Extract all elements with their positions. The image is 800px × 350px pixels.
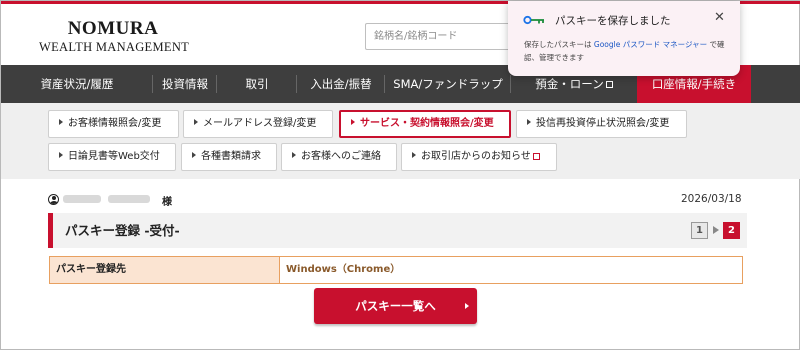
arrow-right-icon <box>192 152 196 158</box>
subnav-label: メールアドレス登録/変更 <box>203 118 317 129</box>
user-icon <box>48 194 59 205</box>
arrow-right-icon <box>59 152 63 158</box>
subnav-label: 投信再投資停止状況照会/変更 <box>536 118 670 129</box>
nav-item-label: 投資情報 <box>162 77 208 91</box>
password-manager-link[interactable]: Google パスワード マネージャー <box>594 40 707 49</box>
arrow-right-icon <box>465 303 469 309</box>
subnav-label: お客様情報照会/変更 <box>68 118 162 129</box>
popup-body: 保存したパスキーは Google パスワード マネージャー で確認、管理できます <box>524 38 729 64</box>
arrow-right-icon <box>194 119 198 125</box>
page-title-bar: パスキー登録 -受付- 1 2 <box>48 213 747 248</box>
page-title: パスキー登録 -受付- <box>65 223 180 238</box>
nav-item-label: 取引 <box>245 77 269 91</box>
subnav-label: お客様へのご連絡 <box>301 151 381 162</box>
nav-item-label: 口座情報/手続き <box>651 77 737 91</box>
arrow-right-icon <box>527 119 531 125</box>
sub-nav: お客様情報照会/変更 メールアドレス登録/変更 サービス・契約情報照会/変更 投… <box>1 103 800 179</box>
subnav-label: 各種書類請求 <box>201 151 261 162</box>
nav-item-label: SMA/ファンドラップ <box>393 77 503 91</box>
nav-item-label: 資産状況/履歴 <box>40 77 114 91</box>
subnav-label: お取引店からのお知らせ <box>421 151 531 162</box>
nav-item-sma-fundwrap[interactable]: SMA/ファンドラップ <box>385 65 511 103</box>
subnav-label: サービス・契約情報照会/変更 <box>360 118 494 129</box>
subnav-customer-info[interactable]: お客様情報照会/変更 <box>48 110 179 138</box>
external-link-icon <box>605 80 613 88</box>
subnav-label: 日論見書等Web交付 <box>68 151 160 162</box>
table-value: Windows（Chrome） <box>286 264 401 275</box>
passkey-list-label: パスキー一覧へ <box>355 299 436 313</box>
nomura-logo[interactable]: NOMURA WEALTH MANAGEMENT <box>39 19 189 54</box>
subnav-email-registration[interactable]: メールアドレス登録/変更 <box>183 110 333 138</box>
search-input[interactable] <box>365 23 515 50</box>
arrow-right-icon <box>292 152 296 158</box>
current-date: 2026/03/18 <box>681 193 742 205</box>
nav-item-investment-info[interactable]: 投資情報 <box>153 65 217 103</box>
passkey-saved-popup: パスキーを保存しました ✕ 保存したパスキーは Google パスワード マネー… <box>508 1 740 76</box>
popup-body-prefix: 保存したパスキーは <box>524 40 592 49</box>
arrow-right-icon <box>412 152 416 158</box>
step-arrow-icon <box>713 226 719 234</box>
popup-title: パスキーを保存しました <box>555 15 671 27</box>
subnav-branch-notices[interactable]: お取引店からのお知らせ <box>401 143 557 171</box>
nav-item-trade[interactable]: 取引 <box>217 65 297 103</box>
logo-top-text: NOMURA <box>67 18 159 39</box>
masked-user-name <box>63 195 101 203</box>
arrow-right-icon <box>59 119 63 125</box>
step-indicator-1: 1 <box>691 222 708 239</box>
subnav-customer-contact[interactable]: お客様へのご連絡 <box>281 143 397 171</box>
masked-user-name <box>108 195 150 203</box>
subnav-reinvestment-stop[interactable]: 投信再投資停止状況照会/変更 <box>516 110 687 138</box>
nav-item-label: 入出金/振替 <box>310 77 372 91</box>
nav-item-deposit-withdrawal[interactable]: 入出金/振替 <box>297 65 385 103</box>
nav-item-label: 預金・ローン <box>535 76 604 91</box>
nav-item-assets[interactable]: 資産状況/履歴 <box>1 65 153 103</box>
subnav-service-contract[interactable]: サービス・契約情報照会/変更 <box>339 110 511 138</box>
key-icon <box>523 15 544 25</box>
passkey-list-button[interactable]: パスキー一覧へ <box>314 288 477 324</box>
user-honorific: 様 <box>162 197 172 208</box>
logo-bottom-text: WEALTH MANAGEMENT <box>39 40 190 54</box>
subnav-document-request[interactable]: 各種書類請求 <box>181 143 277 171</box>
passkey-info-table: パスキー登録先 Windows（Chrome） <box>49 256 743 284</box>
table-label: パスキー登録先 <box>50 257 280 283</box>
step-indicator-2: 2 <box>723 222 740 239</box>
arrow-right-icon <box>351 119 355 125</box>
external-link-icon <box>532 153 540 160</box>
close-icon[interactable]: ✕ <box>714 10 725 25</box>
subnav-web-delivery[interactable]: 日論見書等Web交付 <box>48 143 176 171</box>
